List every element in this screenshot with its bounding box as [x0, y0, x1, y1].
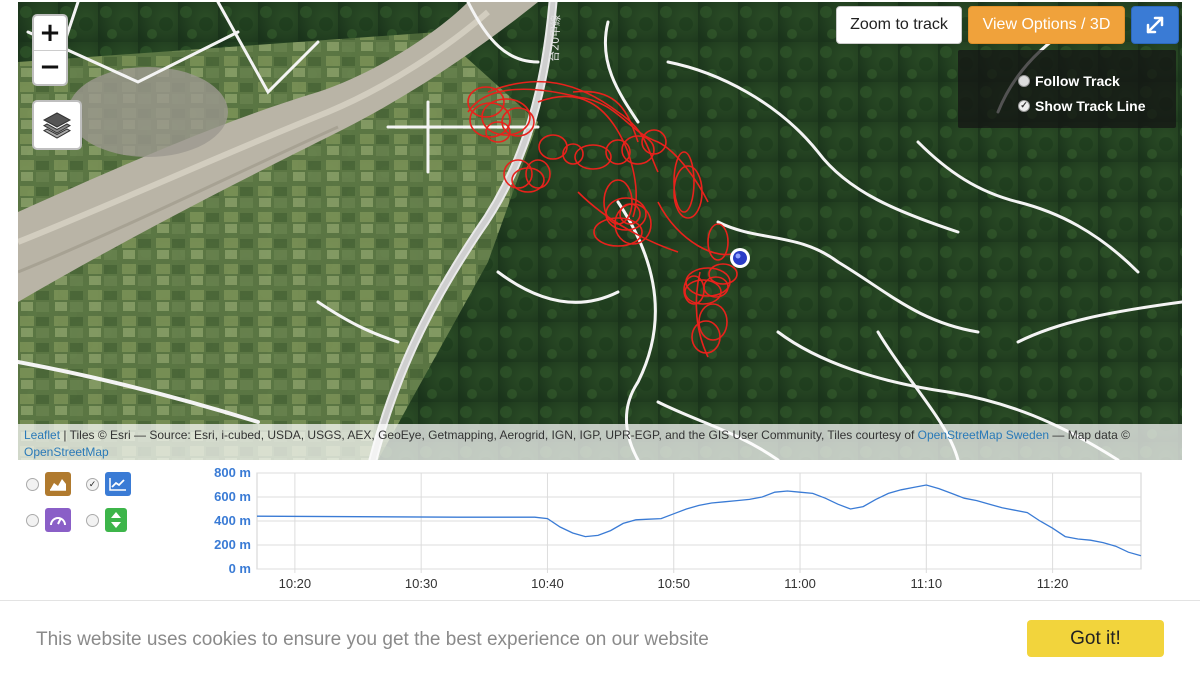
show-track-line-option[interactable]: ✓ Show Track Line [1018, 93, 1176, 118]
line-chart-icon [109, 478, 126, 491]
follow-track-option[interactable]: Follow Track [1018, 68, 1176, 93]
x-tick-label: 10:30 [405, 576, 438, 591]
x-tick-label: 10:20 [279, 576, 312, 591]
chart-option-vertical-speed[interactable] [86, 508, 127, 532]
layers-icon [42, 112, 72, 139]
layers-button[interactable] [32, 100, 82, 150]
road-label: 台20甲線 [547, 15, 563, 62]
openstreetmap-link[interactable]: OpenStreetMap [24, 445, 109, 459]
x-tick-label: 10:40 [531, 576, 564, 591]
chart-type-selector: ✓ [26, 472, 146, 542]
track-options-panel: Follow Track ✓ Show Track Line [958, 50, 1176, 128]
chart-grid [256, 472, 1142, 573]
x-tick-label: 11:10 [911, 576, 943, 591]
show-track-line-checkbox[interactable]: ✓ [1018, 99, 1030, 112]
y-tick-label: 600 m [214, 489, 251, 504]
y-tick-label: 0 m [229, 561, 251, 576]
x-tick-label: 10:50 [657, 576, 690, 591]
quarry-area [68, 67, 228, 157]
line-chart-radio[interactable]: ✓ [86, 477, 99, 491]
y-axis-ticks: 0 m 200 m 400 m 600 m 800 m [214, 465, 251, 576]
area-chart-button[interactable] [45, 472, 71, 496]
vertical-speed-radio[interactable] [86, 513, 99, 527]
expand-icon [1146, 16, 1164, 34]
x-tick-label: 11:00 [784, 576, 816, 591]
cookie-accept-button[interactable]: Got it! [1027, 620, 1164, 657]
speed-chart-radio[interactable] [26, 513, 39, 527]
x-tick-label: 11:20 [1037, 576, 1069, 591]
cookie-banner: This website uses cookies to ensure you … [0, 600, 1200, 675]
speed-chart-button[interactable] [45, 508, 71, 532]
area-chart-icon [50, 479, 66, 491]
fullscreen-button[interactable] [1131, 6, 1179, 44]
y-tick-label: 200 m [214, 537, 251, 552]
speed-gauge-icon [50, 517, 66, 526]
vertical-speed-button[interactable] [105, 508, 127, 532]
view-options-button[interactable]: View Options / 3D [968, 6, 1125, 44]
leaflet-link[interactable]: Leaflet [24, 428, 60, 442]
y-tick-label: 800 m [214, 465, 251, 480]
y-tick-label: 400 m [214, 513, 251, 528]
osm-sweden-link[interactable]: OpenStreetMap Sweden [918, 428, 1049, 442]
elevation-chart[interactable]: 0 m200 m400 m600 m800 m 10:20 10:30 10:40 1… [196, 464, 1146, 596]
zoom-in-button[interactable]: + [34, 16, 66, 50]
x-axis-ticks: 10:20 10:30 10:40 10:50 11:00 11:10 11:20 [279, 576, 1069, 591]
position-marker[interactable] [733, 251, 747, 265]
area-chart-radio[interactable] [26, 477, 39, 491]
chart-option-line[interactable]: ✓ [86, 472, 131, 496]
chart-option-area[interactable] [26, 472, 71, 496]
zoom-to-track-button[interactable]: Zoom to track [836, 6, 962, 44]
follow-track-label: Follow Track [1035, 72, 1120, 89]
line-chart-button[interactable] [105, 472, 131, 496]
zoom-control: + − [32, 14, 68, 86]
show-track-line-label: Show Track Line [1035, 97, 1146, 114]
map-attribution: Leaflet | Tiles © Esri — Source: Esri, i… [18, 424, 1182, 460]
follow-track-radio[interactable] [1018, 74, 1030, 87]
cookie-message: This website uses cookies to ensure you … [36, 629, 709, 650]
vertical-speed-icon [111, 512, 121, 528]
chart-option-speed[interactable] [26, 508, 71, 532]
zoom-out-button[interactable]: − [34, 49, 66, 85]
map-view[interactable]: 台20甲線 + − Zoom to track View Options / 3… [18, 2, 1182, 460]
